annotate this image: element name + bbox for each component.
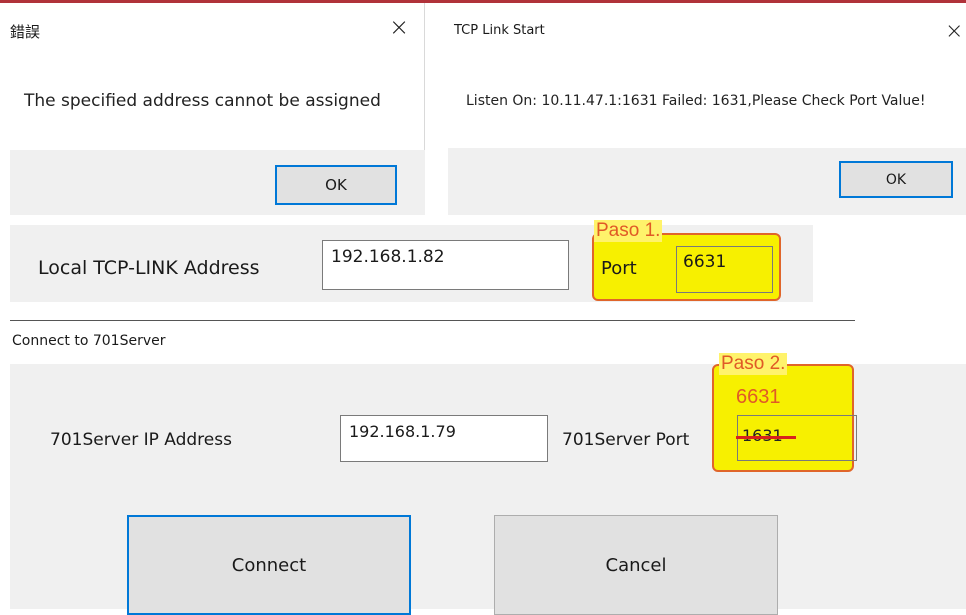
strikethrough-mark	[736, 436, 796, 439]
dialog-title: 錯誤	[10, 23, 41, 41]
local-port-input[interactable]: 6631	[676, 246, 773, 293]
dialog-message: Listen On: 10.11.47.1:1631 Failed: 1631,…	[466, 93, 926, 109]
server-ip-input[interactable]: 192.168.1.79	[340, 415, 548, 462]
dialog-message: The specified address cannot be assigned	[24, 91, 381, 111]
step-2-annotation: Paso 2.	[719, 353, 788, 375]
connect-button[interactable]: Connect	[127, 515, 411, 615]
port-label: Port	[601, 258, 637, 279]
connect-section-title: Connect to 701Server	[12, 333, 166, 349]
dialog-title: TCP Link Start	[454, 23, 545, 38]
local-ip-input[interactable]: 192.168.1.82	[322, 240, 569, 290]
divider	[10, 320, 855, 321]
close-icon[interactable]: ×	[389, 13, 409, 41]
server-ip-label: 701Server IP Address	[50, 430, 232, 450]
local-address-label: Local TCP-LINK Address	[38, 257, 260, 279]
server-port-label: 701Server Port	[562, 430, 690, 450]
new-port-annotation: 6631	[736, 386, 781, 408]
cancel-button[interactable]: Cancel	[494, 515, 778, 615]
close-icon[interactable]: ×	[945, 19, 963, 44]
step-1-annotation: Paso 1.	[594, 220, 663, 242]
ok-button[interactable]: OK	[839, 161, 953, 198]
ok-button[interactable]: OK	[275, 165, 397, 205]
